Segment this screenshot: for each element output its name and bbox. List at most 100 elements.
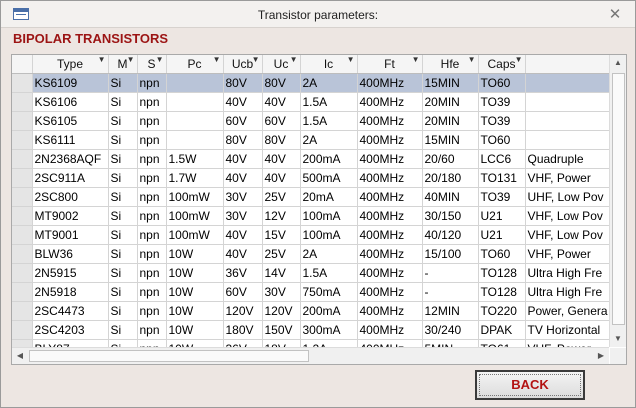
table-cell[interactable]: 100mA: [300, 225, 358, 245]
table-cell[interactable]: 2SC800: [32, 187, 109, 207]
table-cell[interactable]: npn: [137, 92, 167, 112]
table-cell[interactable]: 18V: [262, 339, 301, 347]
table-cell[interactable]: BLY87: [32, 339, 109, 347]
table-cell[interactable]: Si: [108, 282, 138, 302]
table-cell[interactable]: 2A: [300, 130, 358, 150]
table-cell[interactable]: 30V: [223, 206, 263, 226]
table-cell[interactable]: 20/180: [422, 168, 479, 188]
table-cell[interactable]: 80V: [262, 73, 301, 93]
table-cell[interactable]: 40V: [223, 149, 263, 169]
table-cell[interactable]: UHF, Low Pov: [525, 187, 609, 207]
table-cell[interactable]: 60V: [223, 282, 263, 302]
table-cell[interactable]: 40V: [223, 92, 263, 112]
table-cell[interactable]: -: [422, 263, 479, 283]
table-cell[interactable]: 30V: [223, 187, 263, 207]
table-row[interactable]: 2SC4473 Si npn 10W 120V 120V 200mA 400MHz 12MIN T…: [12, 301, 609, 321]
table-cell[interactable]: 400MHz: [357, 206, 423, 226]
table-cell[interactable]: TO39: [478, 187, 526, 207]
table-cell[interactable]: LCC6: [478, 149, 526, 169]
table-cell[interactable]: 2SC4473: [32, 301, 109, 321]
table-cell[interactable]: 300mA: [300, 320, 358, 340]
table-cell[interactable]: MT9001: [32, 225, 109, 245]
table-cell[interactable]: TO39: [478, 92, 526, 112]
table-cell[interactable]: 2N2368AQF: [32, 149, 109, 169]
table-cell[interactable]: npn: [137, 149, 167, 169]
table-cell[interactable]: [166, 111, 224, 131]
column-header[interactable]: Uc ▼: [262, 55, 301, 74]
table-cell[interactable]: 25V: [262, 187, 301, 207]
row-selector[interactable]: [12, 149, 33, 169]
table-cell[interactable]: 400MHz: [357, 244, 423, 264]
table-cell[interactable]: npn: [137, 339, 167, 347]
table-cell[interactable]: [166, 130, 224, 150]
table-cell[interactable]: [166, 73, 224, 93]
table-cell[interactable]: VHF, Low Pov: [525, 206, 609, 226]
table-cell[interactable]: 400MHz: [357, 263, 423, 283]
table-row[interactable]: 2N5915 Si npn 10W 36V 14V 1.5A 400MHz - TO128 Ultr…: [12, 263, 609, 283]
table-cell[interactable]: npn: [137, 206, 167, 226]
table-cell[interactable]: 60V: [223, 111, 263, 131]
column-filter-icon[interactable]: ▼: [468, 55, 476, 64]
row-selector[interactable]: [12, 244, 33, 264]
table-cell[interactable]: 400MHz: [357, 130, 423, 150]
column-filter-icon[interactable]: ▼: [156, 55, 164, 64]
table-cell[interactable]: 2N5918: [32, 282, 109, 302]
table-cell[interactable]: 400MHz: [357, 111, 423, 131]
table-cell[interactable]: 400MHz: [357, 73, 423, 93]
table-cell[interactable]: [525, 111, 609, 131]
horizontal-scroll-thumb[interactable]: [29, 350, 309, 362]
table-cell[interactable]: 40V: [223, 244, 263, 264]
table-cell[interactable]: 180V: [223, 320, 263, 340]
column-header[interactable]: S ▼: [137, 55, 167, 74]
table-cell[interactable]: npn: [137, 301, 167, 321]
table-cell[interactable]: npn: [137, 111, 167, 131]
table-cell[interactable]: 40V: [262, 92, 301, 112]
row-selector[interactable]: [12, 111, 33, 131]
column-filter-icon[interactable]: ▼: [213, 55, 221, 64]
table-cell[interactable]: TV Horizontal: [525, 320, 609, 340]
table-cell[interactable]: npn: [137, 130, 167, 150]
table-cell[interactable]: 200mA: [300, 149, 358, 169]
table-cell[interactable]: 120V: [262, 301, 301, 321]
table-row[interactable]: KS6106 Si npn 40V 40V 1.5A 400MHz 20MIN TO39: [12, 92, 609, 112]
scroll-down-icon[interactable]: ▼: [610, 331, 626, 347]
table-cell[interactable]: 1.5W: [166, 149, 224, 169]
table-cell[interactable]: Si: [108, 187, 138, 207]
table-cell[interactable]: 400MHz: [357, 282, 423, 302]
table-cell[interactable]: [166, 92, 224, 112]
table-cell[interactable]: MT9002: [32, 206, 109, 226]
table-cell[interactable]: 100mA: [300, 206, 358, 226]
table-cell[interactable]: 750mA: [300, 282, 358, 302]
table-cell[interactable]: KS6106: [32, 92, 109, 112]
table-cell[interactable]: KS6111: [32, 130, 109, 150]
table-cell[interactable]: 10W: [166, 244, 224, 264]
table-cell[interactable]: TO39: [478, 111, 526, 131]
column-header[interactable]: M ▼: [108, 55, 138, 74]
table-cell[interactable]: 1.5A: [300, 111, 358, 131]
table-cell[interactable]: 80V: [223, 130, 263, 150]
scroll-up-icon[interactable]: ▲: [610, 55, 626, 71]
table-cell[interactable]: 400MHz: [357, 168, 423, 188]
table-cell[interactable]: npn: [137, 282, 167, 302]
table-cell[interactable]: VHF, Power: [525, 168, 609, 188]
table-row[interactable]: 2SC4203 Si npn 10W 180V 150V 300mA 400MHz 30/240…: [12, 320, 609, 340]
table-cell[interactable]: 40V: [262, 168, 301, 188]
table-cell[interactable]: 40/120: [422, 225, 479, 245]
column-filter-icon[interactable]: ▼: [127, 55, 135, 64]
table-cell[interactable]: 1.5A: [300, 263, 358, 283]
table-cell[interactable]: Si: [108, 206, 138, 226]
table-cell[interactable]: 1.5A: [300, 92, 358, 112]
table-cell[interactable]: 1.7W: [166, 168, 224, 188]
table-cell[interactable]: 80V: [223, 73, 263, 93]
column-filter-icon[interactable]: ▼: [252, 55, 260, 64]
table-cell[interactable]: Quadruple: [525, 149, 609, 169]
table-cell[interactable]: 1.2A: [300, 339, 358, 347]
table-cell[interactable]: 2N5915: [32, 263, 109, 283]
table-cell[interactable]: 12V: [262, 206, 301, 226]
vertical-scroll-thumb[interactable]: [612, 73, 625, 325]
row-selector[interactable]: [12, 92, 33, 112]
table-cell[interactable]: 20MIN: [422, 111, 479, 131]
table-cell[interactable]: 40V: [223, 225, 263, 245]
table-cell[interactable]: npn: [137, 320, 167, 340]
table-cell[interactable]: Si: [108, 130, 138, 150]
